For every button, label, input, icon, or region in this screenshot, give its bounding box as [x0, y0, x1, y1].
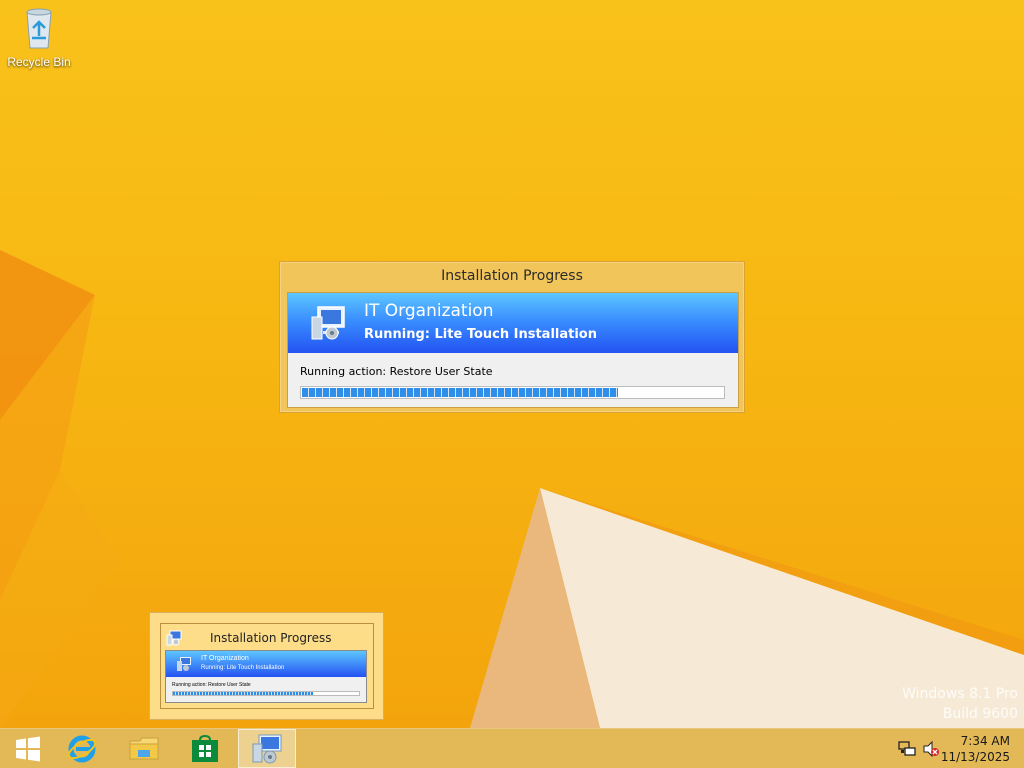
folder-icon — [129, 737, 159, 759]
installation-progress-dialog[interactable]: Installation Progress IT Organization Ru… — [279, 261, 745, 413]
clock-time: 7:34 AM — [960, 734, 1010, 748]
store-icon — [192, 734, 218, 762]
progress-bar — [300, 386, 725, 399]
dialog-title: Installation Progress — [441, 268, 583, 284]
installation-progress-icon — [252, 734, 282, 763]
taskbar: 7:34 AM 11/13/2025 — [0, 728, 1024, 768]
organization-name: IT Organization — [364, 301, 494, 321]
thumbnail-running: Running: Lite Touch Installation — [201, 665, 285, 671]
thumbnail-organization: IT Organization — [201, 655, 249, 662]
network-tray-button[interactable] — [896, 729, 918, 768]
windows-logo-icon — [16, 736, 40, 761]
windows-watermark: Windows 8.1 Pro Build 9600 — [902, 684, 1018, 724]
desktop: Recycle Bin Windows 8.1 Pro Build 9600 I… — [0, 0, 1024, 728]
thumbnail-progress-fill — [173, 692, 313, 695]
recycle-bin-label: Recycle Bin — [7, 55, 71, 69]
watermark-build: Build 9600 — [942, 706, 1018, 722]
taskbar-file-explorer[interactable] — [116, 729, 172, 768]
taskbar-thumbnail-preview[interactable]: Installation Progress IT Organization Ru… — [149, 612, 384, 720]
taskbar-installation-progress[interactable] — [238, 729, 296, 768]
network-icon — [898, 741, 916, 756]
watermark-edition: Windows 8.1 Pro — [902, 686, 1018, 702]
taskbar-store[interactable] — [177, 729, 233, 768]
clock-date: 11/13/2025 — [940, 750, 1010, 764]
thumbnail-action: Running action: Restore User State — [172, 682, 251, 688]
thumbnail-title: Installation Progress — [210, 631, 332, 645]
start-button[interactable] — [0, 729, 56, 768]
running-task: Running: Lite Touch Installation — [364, 327, 597, 342]
thumbnail-app-icon — [166, 630, 182, 646]
thumbnail-progress-bar — [172, 691, 360, 696]
taskbar-clock[interactable]: 7:34 AM 11/13/2025 — [930, 733, 1010, 765]
recycle-bin[interactable]: Recycle Bin — [6, 6, 72, 69]
computer-setup-icon — [311, 306, 345, 340]
taskbar-internet-explorer[interactable] — [54, 729, 110, 768]
thumbnail-setup-icon — [177, 657, 191, 671]
thumbnail-banner: IT Organization Running: Lite Touch Inst… — [166, 651, 366, 677]
recycle-bin-icon — [26, 8, 52, 49]
dialog-banner: IT Organization Running: Lite Touch Inst… — [288, 293, 738, 353]
thumbnail-window: IT Organization Running: Lite Touch Inst… — [165, 650, 367, 703]
internet-explorer-icon — [67, 735, 97, 762]
current-action: Running action: Restore User State — [300, 365, 493, 378]
dialog-client: IT Organization Running: Lite Touch Inst… — [287, 292, 739, 408]
progress-fill — [302, 388, 618, 397]
